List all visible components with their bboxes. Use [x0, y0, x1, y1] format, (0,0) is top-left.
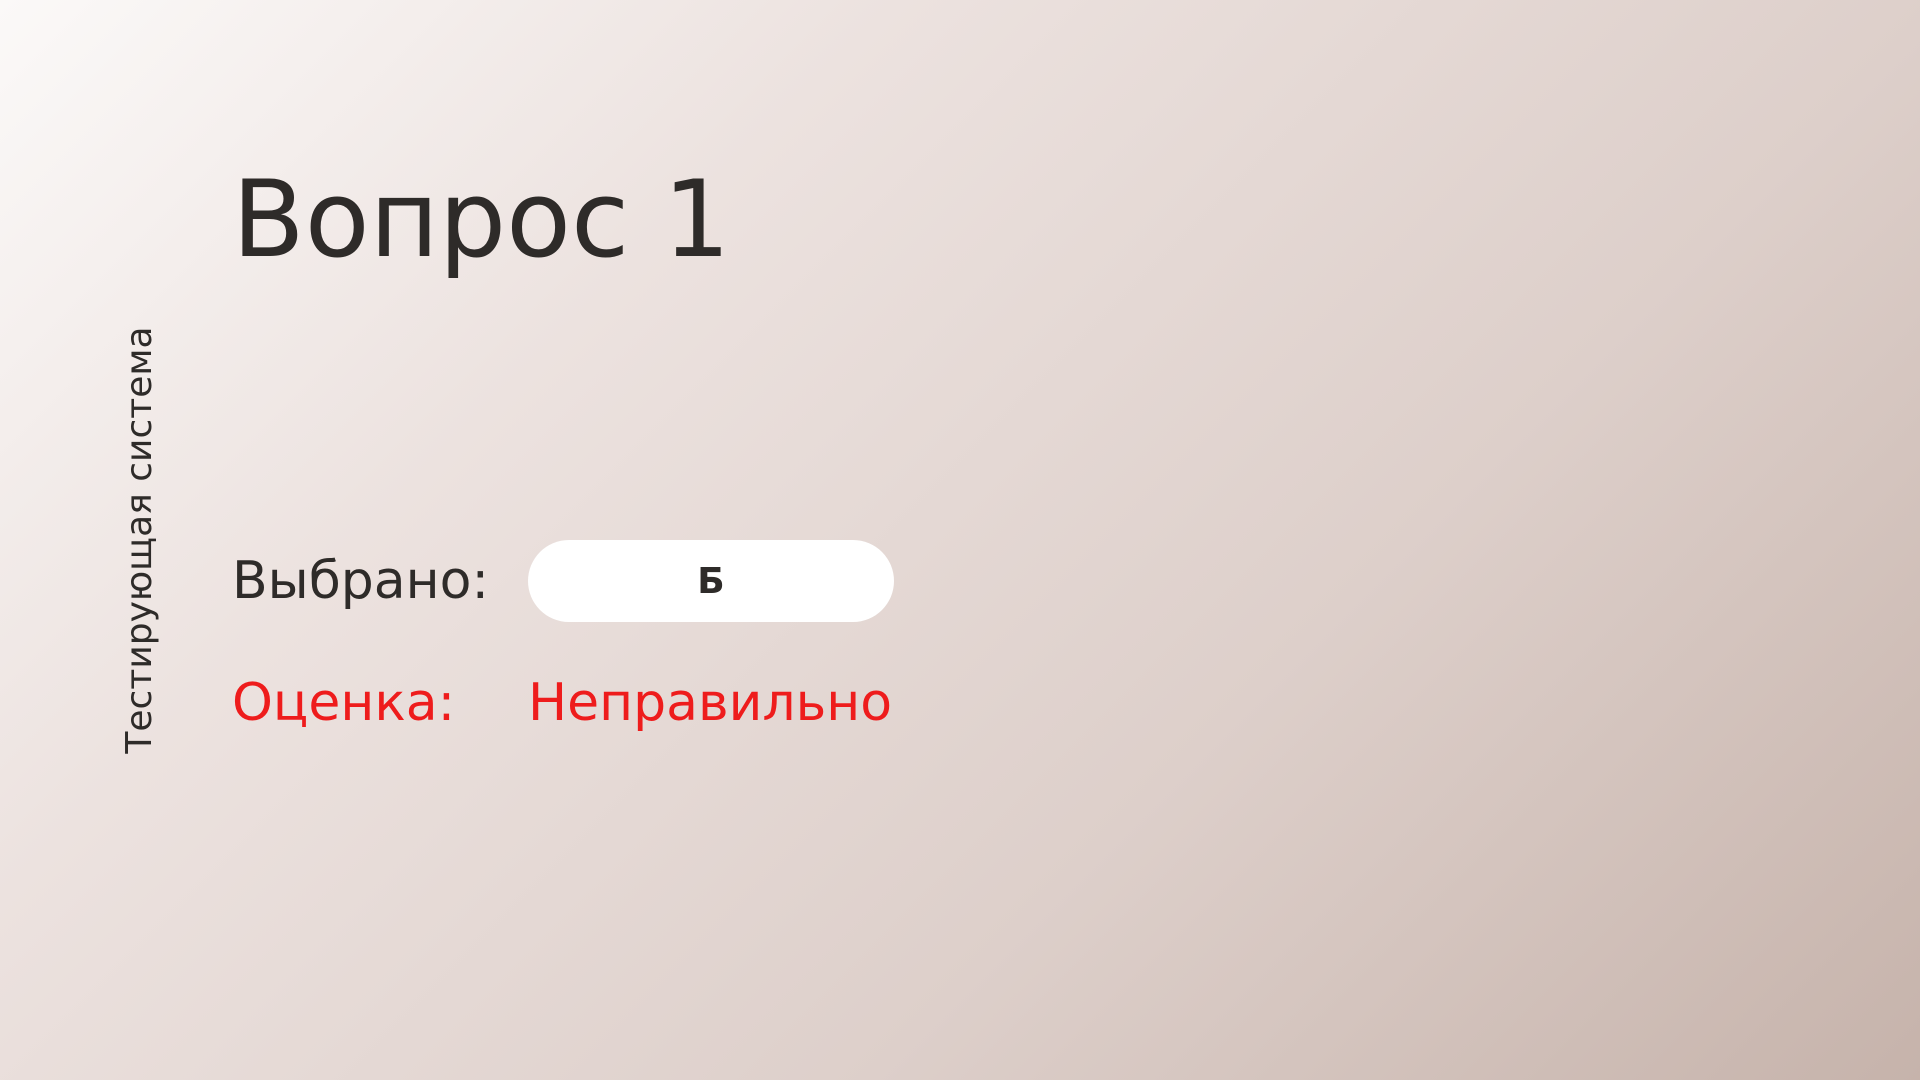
score-label: Оценка:	[232, 673, 456, 733]
score-value: Неправильно	[528, 673, 893, 733]
question-title: Вопрос 1	[232, 158, 731, 281]
app-side-label: Тестирующая система	[119, 326, 160, 754]
selected-answer-value: Б	[697, 560, 725, 602]
score-row: Оценка: Неправильно	[232, 662, 892, 744]
selected-answer-badge: Б	[528, 540, 894, 622]
selected-answer-row: Выбрано: Б	[232, 540, 894, 622]
selected-label: Выбрано:	[232, 551, 490, 611]
